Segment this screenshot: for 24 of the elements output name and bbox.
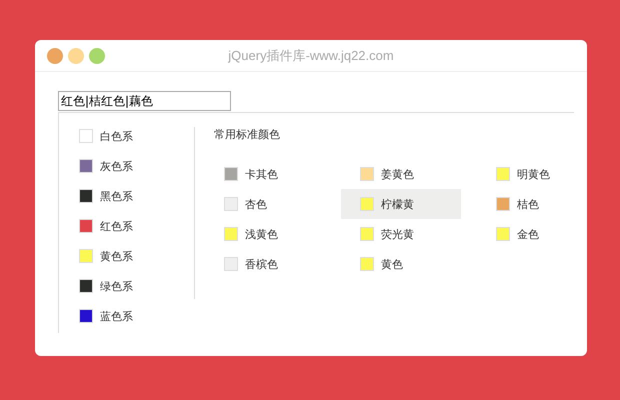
color-option[interactable]: 明黄色 (477, 159, 587, 189)
close-dot-icon[interactable] (47, 48, 63, 64)
color-option[interactable]: 桔色 (477, 189, 587, 219)
color-input-field[interactable]: 红色|桔红色|藕色 (58, 91, 231, 111)
minimize-dot-icon[interactable] (68, 48, 84, 64)
color-option[interactable]: 香槟色 (205, 249, 325, 279)
palette-title: 常用标准颜色 (214, 127, 281, 142)
color-family-item[interactable]: 绿色系 (79, 271, 194, 301)
color-option[interactable]: 黄色 (341, 249, 461, 279)
color-family-item[interactable]: 白色系 (79, 121, 194, 151)
color-family-item[interactable]: 灰色系 (79, 151, 194, 181)
color-option[interactable]: 浅黄色 (205, 219, 325, 249)
color-option[interactable]: 杏色 (205, 189, 325, 219)
color-option[interactable]: 金色 (477, 219, 587, 249)
color-family-item[interactable]: 红色系 (79, 211, 194, 241)
color-family-item[interactable]: 蓝色系 (79, 301, 194, 331)
window-title: jQuery插件库-www.jq22.com (228, 46, 394, 64)
color-option[interactable]: 柠檬黄 (341, 189, 461, 219)
color-family-item[interactable]: 黄色系 (79, 241, 194, 271)
maximize-dot-icon[interactable] (89, 48, 105, 64)
color-option[interactable]: 荧光黄 (341, 219, 461, 249)
color-option[interactable]: 姜黄色 (341, 159, 461, 189)
color-family-item[interactable]: 黑色系 (79, 181, 194, 211)
color-option[interactable]: 卡其色 (205, 159, 325, 189)
